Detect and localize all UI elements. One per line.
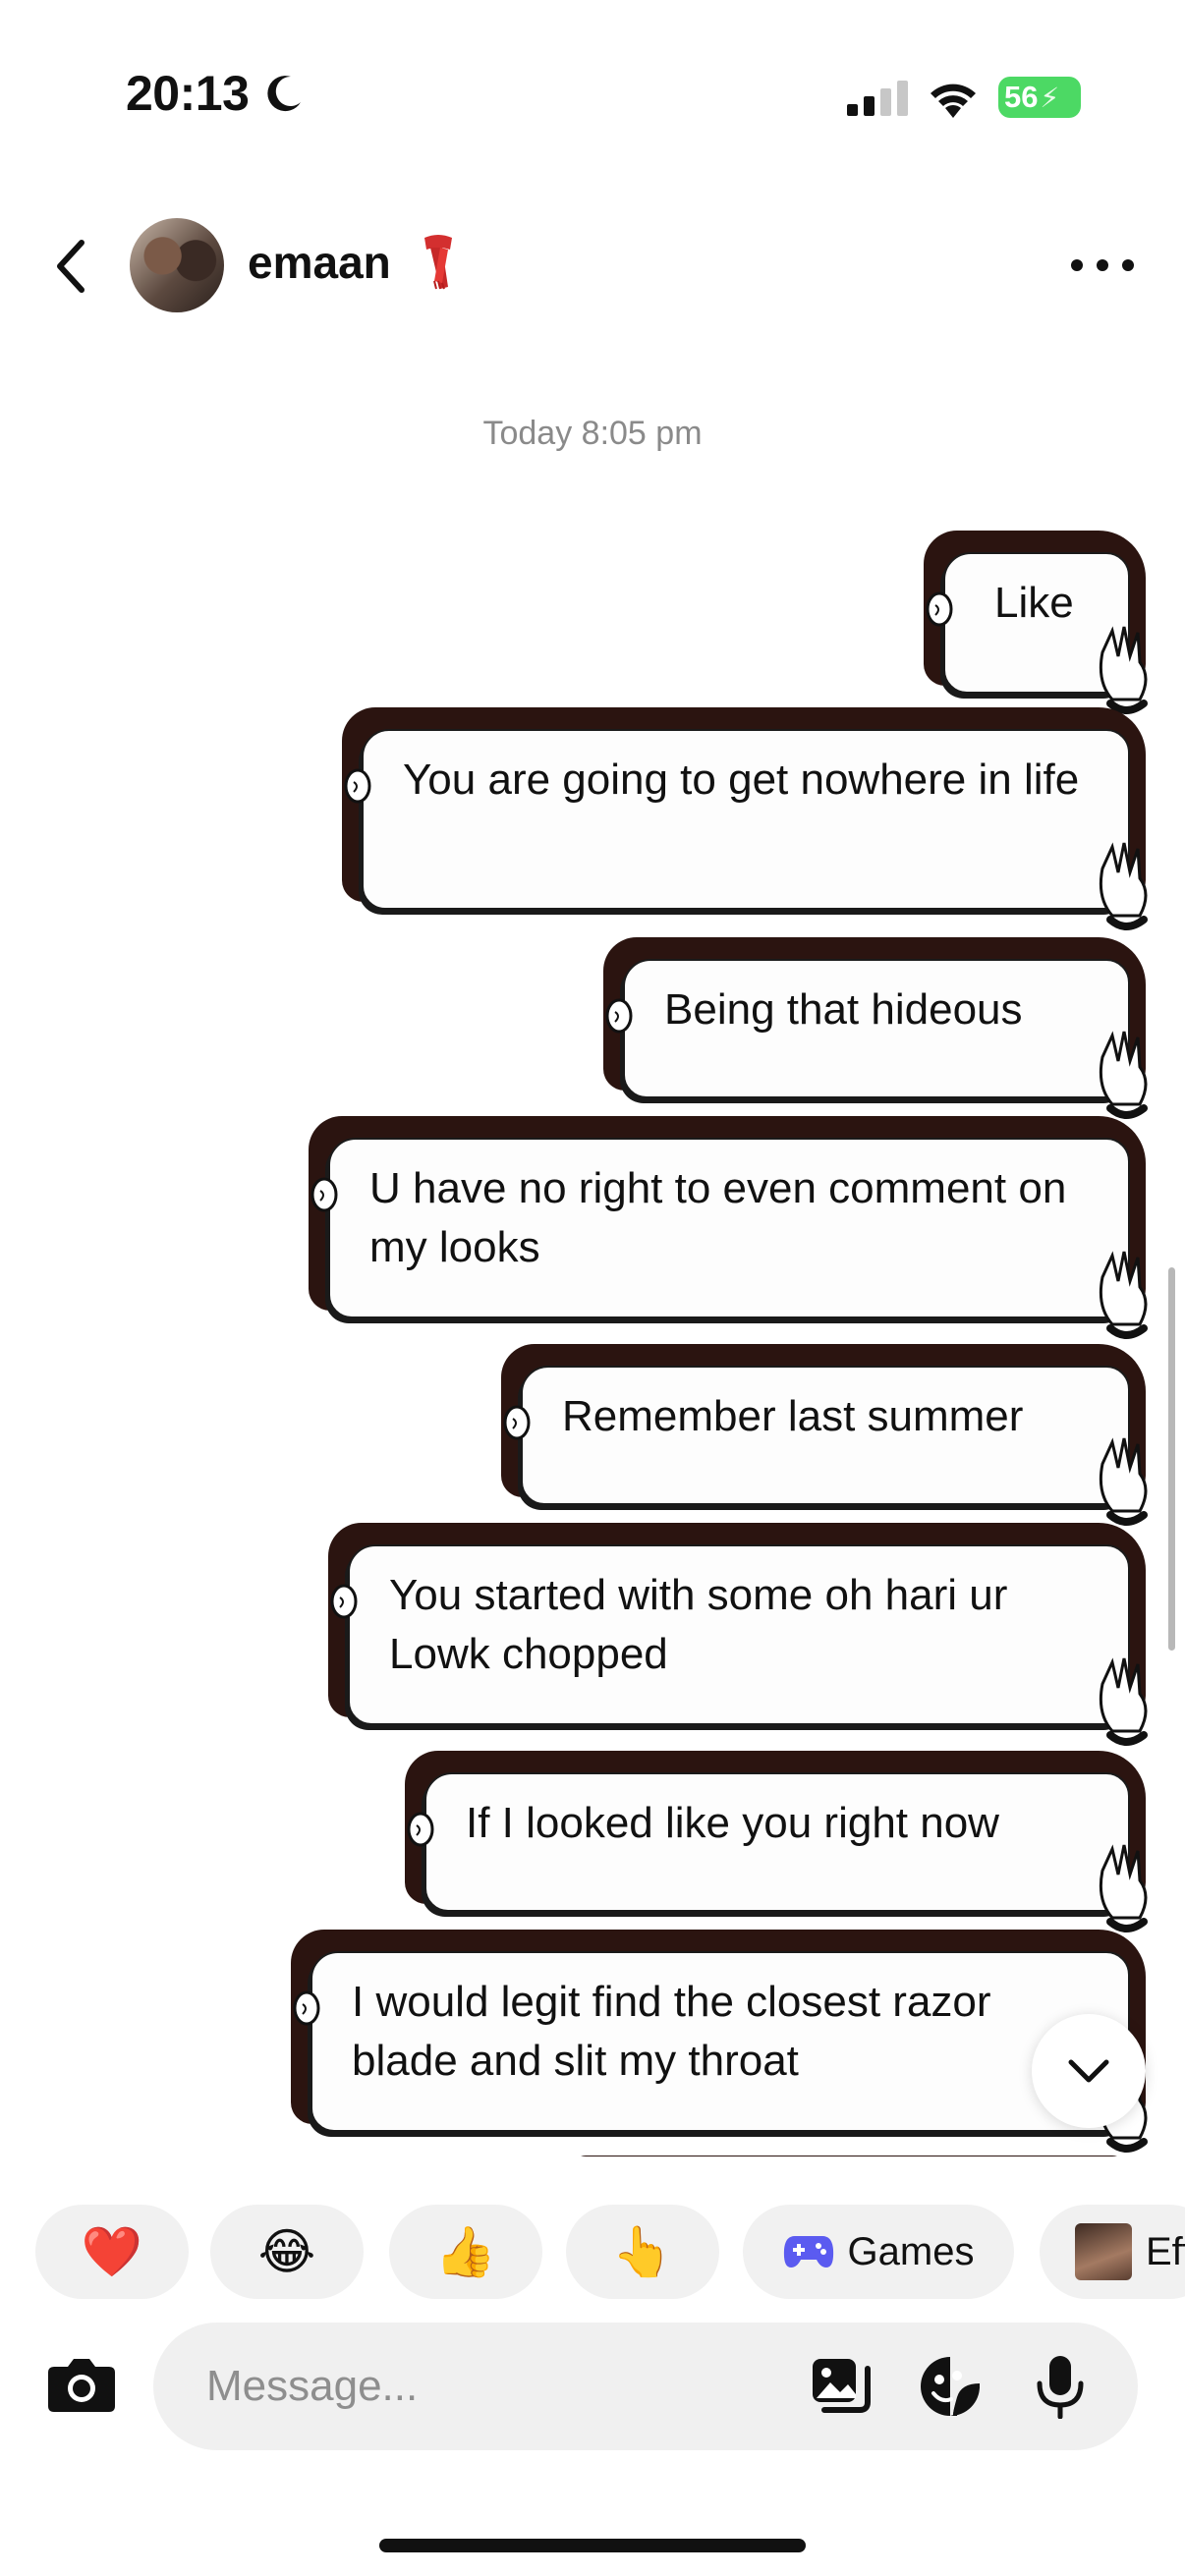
message-text: If I looked like you right now xyxy=(466,1799,999,1847)
message-bubble[interactable]: If I looked like you right now xyxy=(405,1751,1148,1932)
scarf-icon xyxy=(424,235,452,290)
contact-avatar[interactable] xyxy=(130,218,224,312)
cartoon-hand-icon xyxy=(1099,1844,1148,1932)
message-text: You started with some oh hari ur Lowk ch… xyxy=(389,1571,1008,1678)
sticker-icon xyxy=(921,2357,981,2417)
cartoon-ear-icon xyxy=(926,591,953,627)
reaction-heart-chip[interactable]: ❤️ xyxy=(35,2205,189,2299)
chevron-down-icon xyxy=(1068,2059,1109,2083)
home-indicator xyxy=(379,2539,806,2552)
cartoon-ear-icon xyxy=(407,1812,434,1847)
game-controller-icon xyxy=(783,2236,833,2268)
camera-icon xyxy=(48,2359,115,2412)
cartoon-ear-icon xyxy=(503,1405,531,1440)
message-text: Being that hideous xyxy=(664,985,1023,1034)
effects-avatar-icon xyxy=(1075,2223,1132,2280)
signal-icon xyxy=(847,81,908,116)
back-button[interactable] xyxy=(41,232,100,301)
cartoon-hand-icon xyxy=(1099,626,1148,714)
reaction-thumbs-up-chip[interactable]: 👍 xyxy=(389,2205,542,2299)
message-bubble[interactable]: U have no right to even comment on my lo… xyxy=(309,1116,1148,1339)
message-bubble[interactable]: I would legit find the closest razor bla… xyxy=(291,1930,1148,2153)
cartoon-hand-icon xyxy=(1099,842,1148,930)
cartoon-hand-icon xyxy=(1099,1437,1148,1526)
message-bubble[interactable]: Being that hideous xyxy=(603,937,1148,1119)
reaction-point-up-chip[interactable]: 👆 xyxy=(566,2205,719,2299)
cartoon-ear-icon xyxy=(605,998,633,1034)
gallery-button[interactable] xyxy=(808,2354,873,2419)
message-bubble[interactable]: Like xyxy=(924,531,1148,714)
games-label: Games xyxy=(847,2229,975,2273)
cartoon-hand-icon xyxy=(1099,1657,1148,1746)
message-bubble[interactable]: Remember last summer xyxy=(501,1344,1148,1526)
cartoon-ear-icon xyxy=(310,1177,338,1212)
thumbs-up-icon: 👍 xyxy=(434,2223,497,2279)
gallery-icon xyxy=(813,2359,871,2413)
message-text: Remember last summer xyxy=(562,1392,1024,1440)
message-text: Like xyxy=(994,579,1074,627)
dot-icon xyxy=(1071,259,1083,271)
message-text: You are going to get nowhere in life xyxy=(403,756,1080,804)
laughing-face-icon: 😂 xyxy=(257,2224,316,2279)
message-bubble[interactable]: You are going to get nowhere in life xyxy=(342,707,1148,930)
cartoon-ear-icon xyxy=(293,1990,320,2026)
chevron-left-icon xyxy=(57,240,85,293)
effects-label: Eff xyxy=(1146,2229,1185,2273)
pointing-up-icon: 👆 xyxy=(611,2223,674,2279)
cartoon-hand-icon xyxy=(1099,1251,1148,1339)
status-time: 20:13 xyxy=(126,66,250,121)
moon-icon xyxy=(267,76,301,112)
message-text: U have no right to even comment on my lo… xyxy=(369,1164,1067,1271)
chat-fade xyxy=(0,2156,1185,2196)
dot-icon xyxy=(1097,259,1108,271)
scroll-to-bottom-button[interactable] xyxy=(1032,2014,1146,2128)
voice-message-button[interactable] xyxy=(1028,2354,1093,2419)
dot-icon xyxy=(1122,259,1134,271)
message-text: I would legit find the closest razor bla… xyxy=(352,1978,991,2085)
microphone-icon xyxy=(1037,2356,1084,2419)
cartoon-ear-icon xyxy=(330,1584,358,1619)
cartoon-ear-icon xyxy=(344,768,371,804)
more-options-button[interactable] xyxy=(1071,246,1134,285)
wifi-icon xyxy=(931,84,976,118)
battery-indicator: 56 ⚡ xyxy=(998,77,1081,118)
effects-chip[interactable]: Eff xyxy=(1040,2205,1185,2299)
reaction-laugh-chip[interactable]: 😂 xyxy=(210,2205,364,2299)
contact-name[interactable]: emaan xyxy=(248,236,391,289)
red-heart-icon: ❤️ xyxy=(81,2223,143,2279)
camera-button[interactable] xyxy=(41,2344,122,2425)
message-bubble[interactable]: You started with some oh hari ur Lowk ch… xyxy=(328,1523,1148,1746)
message-input[interactable] xyxy=(153,2323,1138,2450)
battery-level: 56 xyxy=(1004,80,1039,114)
message-timestamp: Today 8:05 pm xyxy=(482,415,703,452)
sticker-button[interactable] xyxy=(918,2354,983,2419)
games-chip[interactable]: Games xyxy=(743,2205,1014,2299)
charging-bolt-icon: ⚡ xyxy=(1040,82,1060,113)
scrollbar[interactable] xyxy=(1168,1267,1175,1651)
cartoon-hand-icon xyxy=(1099,1031,1148,1119)
